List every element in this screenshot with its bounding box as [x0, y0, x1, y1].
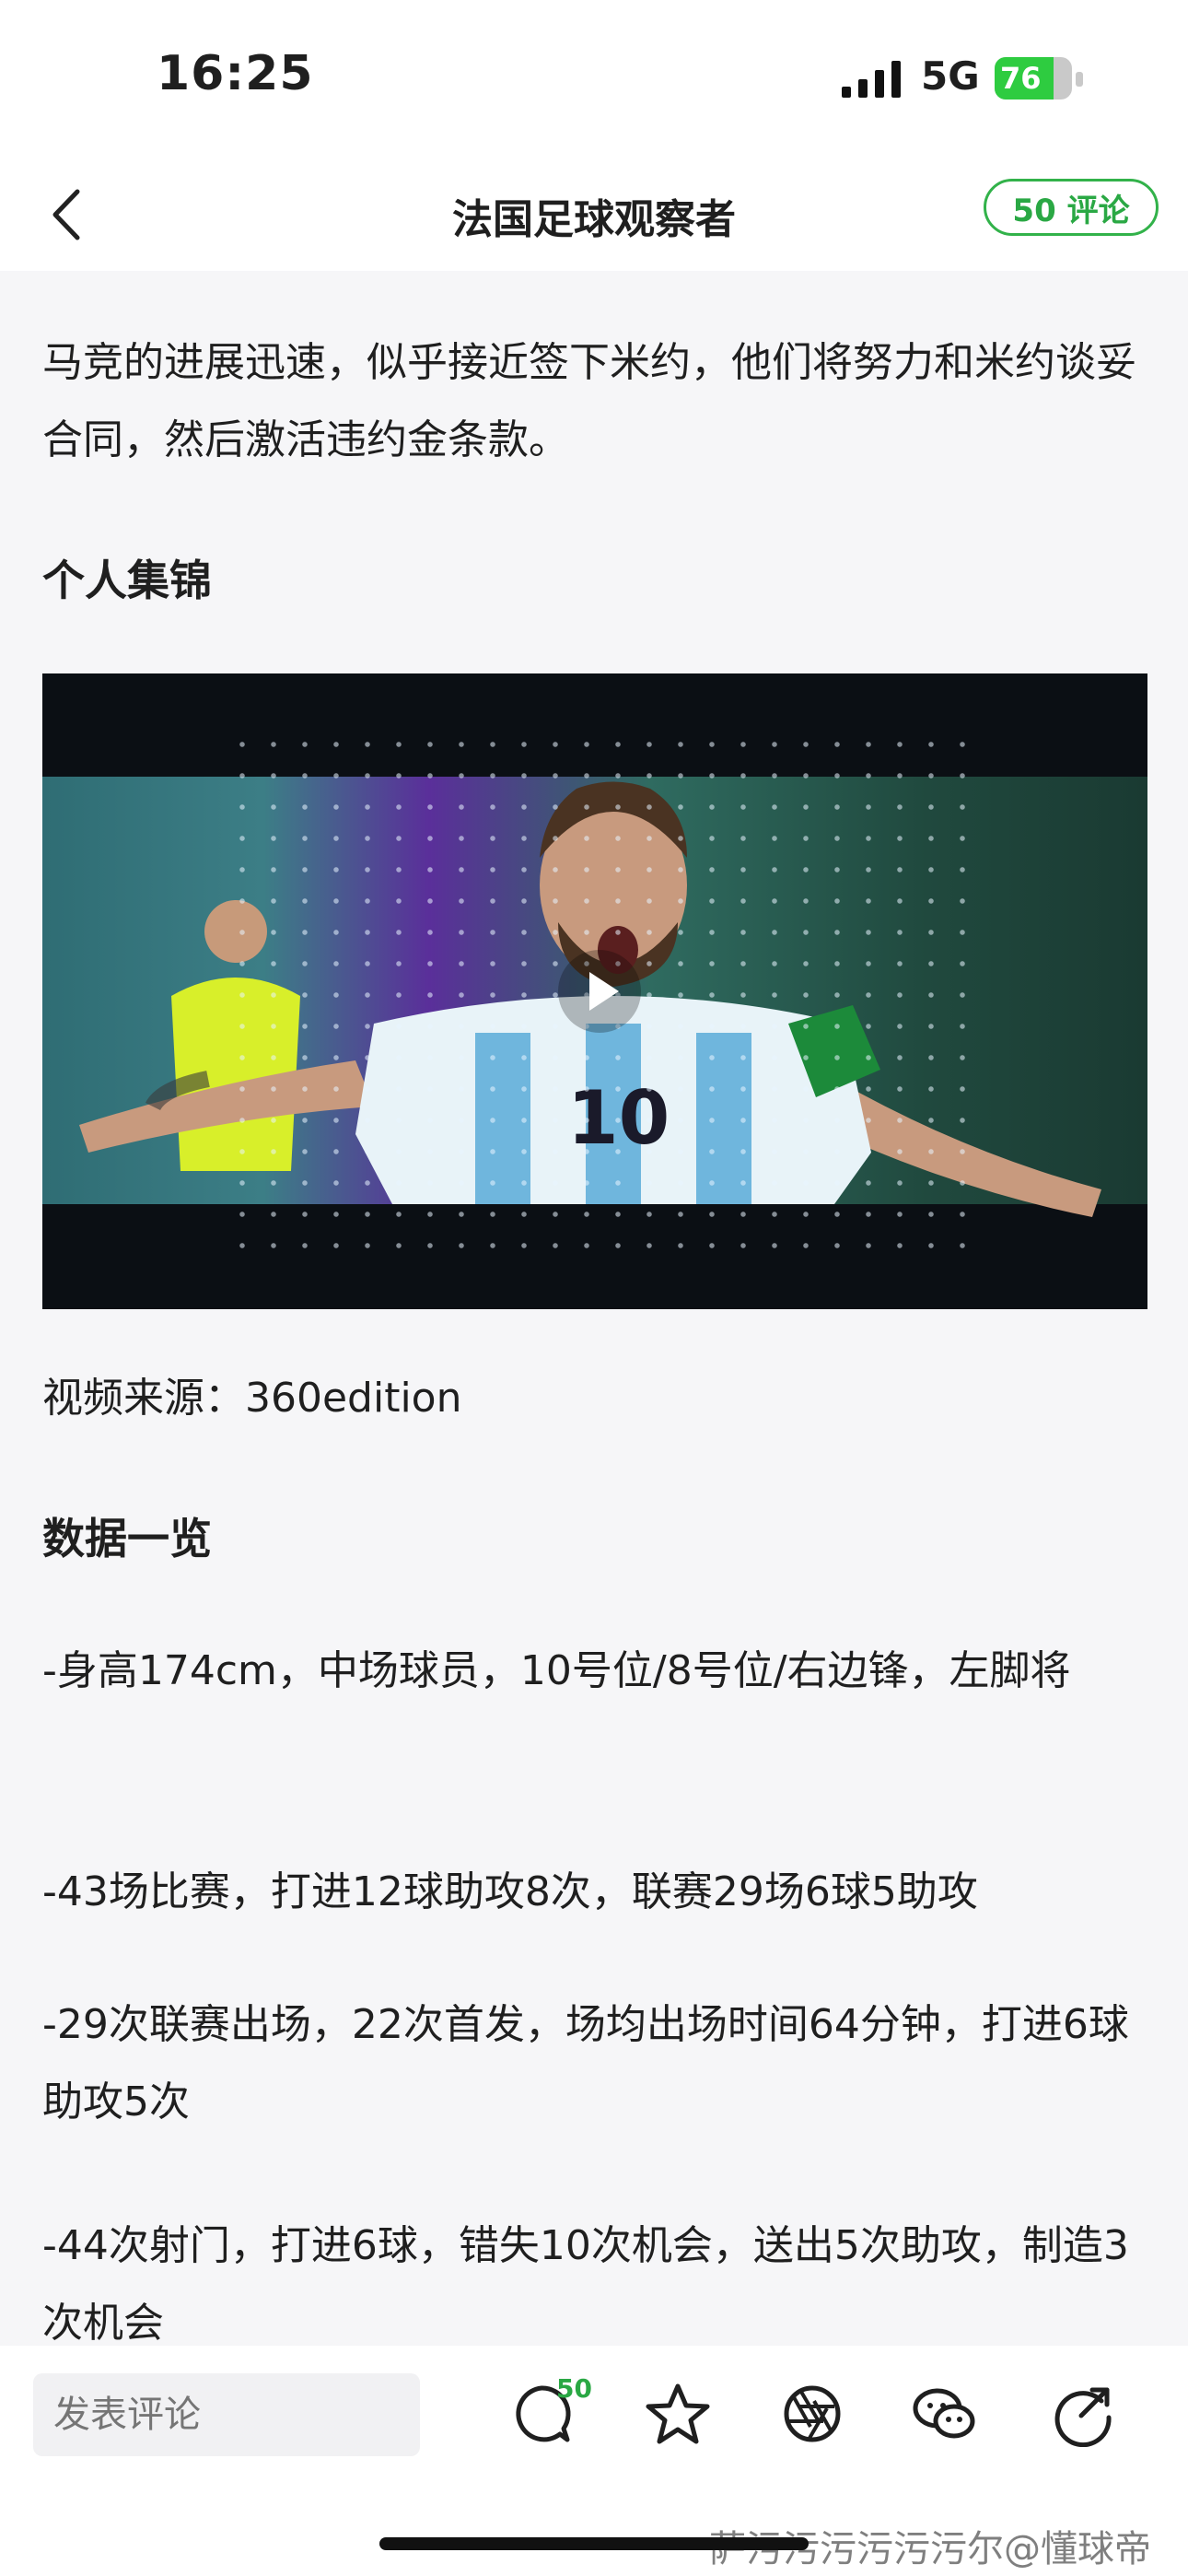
intro-paragraph: 马竞的进展迅速，似乎接近签下米约，他们将努力和米约谈妥合同，然后激活违约金条款。 [42, 339, 1136, 463]
nav-header: 法国足球观察者 50 评论 [0, 157, 1188, 271]
stat-line: -29次联赛出场，22次首发，场均出场时间64分钟，打进6球助攻5次 [42, 2001, 1129, 2125]
comment-count-badge: 50 [556, 2373, 592, 2404]
forward-icon[interactable] [1050, 2381, 1116, 2447]
share-aperture-icon[interactable] [779, 2381, 845, 2447]
bottom-action-bar: 50 萨污污污污污污尔@懂球帝 [0, 2346, 1188, 2576]
star-icon[interactable] [645, 2381, 711, 2447]
home-indicator[interactable] [379, 2537, 809, 2550]
comment-input[interactable] [33, 2373, 420, 2456]
network-type: 5G [921, 53, 980, 99]
signal-icon [842, 61, 901, 98]
stat-line: -44次射门，打进6球，错失10次机会，送出5次助攻，制造3次机会 [42, 2222, 1129, 2347]
comments-button[interactable]: 50 评论 [984, 179, 1159, 236]
stat-line: -43场比赛，打进12球助攻8次，联赛29场6球5助攻 [42, 1868, 978, 1915]
battery-icon: 76 [995, 57, 1085, 103]
play-icon[interactable] [558, 950, 641, 1033]
stat-line: -身高174cm，中场球员，10号位/8号位/右边锋，左脚将 [42, 1647, 1071, 1694]
wechat-icon[interactable] [912, 2381, 978, 2447]
video-player[interactable]: 10 [42, 673, 1147, 1309]
battery-level: 76 [1000, 61, 1042, 96]
status-bar: 16:25 5G 76 [0, 0, 1188, 157]
status-time: 16:25 [157, 46, 314, 101]
section-heading-stats: 数据一览 [42, 1514, 212, 1563]
section-heading-highlights: 个人集锦 [42, 556, 212, 605]
video-source-caption: 视频来源：360edition [42, 1375, 462, 1422]
